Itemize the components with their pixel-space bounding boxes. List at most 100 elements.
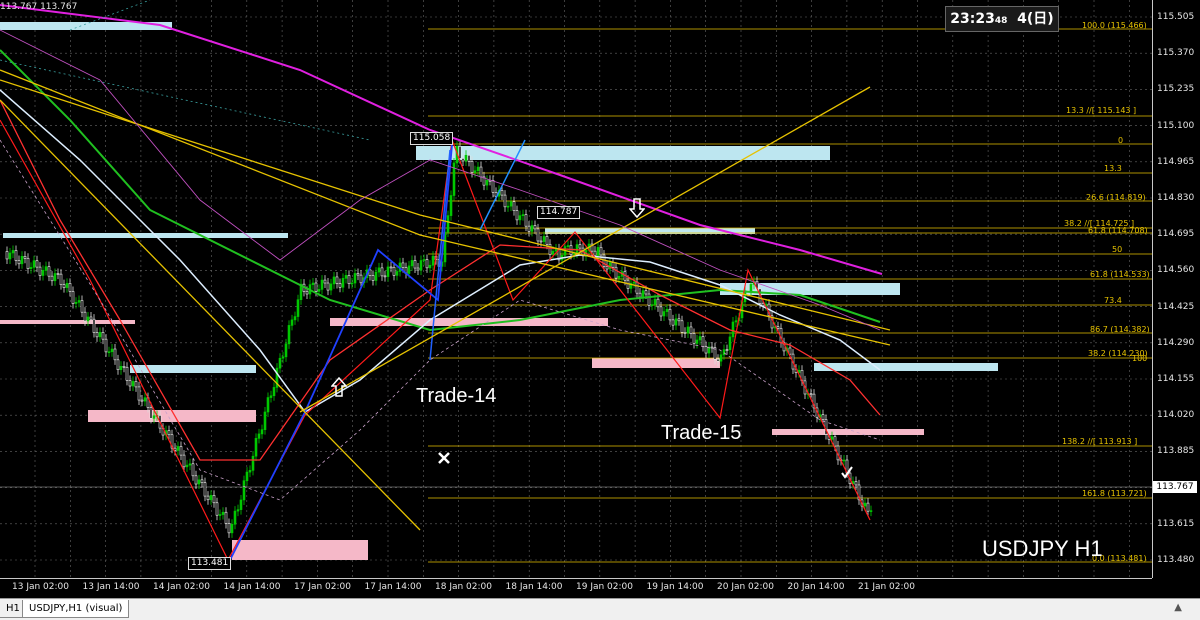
trendline-yellow-3: [0, 99, 421, 531]
candle-body: [722, 349, 726, 356]
candle-body: [689, 326, 693, 334]
candle-body: [98, 332, 102, 338]
candle-body: [83, 311, 87, 322]
candle-body: [539, 240, 543, 243]
candle-body: [245, 471, 249, 481]
candle-body: [542, 236, 546, 242]
zigzag-red: [0, 119, 871, 562]
candle-body: [221, 511, 225, 515]
candle-body: [416, 267, 420, 271]
candle-body: [47, 266, 51, 277]
candle-body: [632, 281, 636, 284]
candle-body: [134, 381, 138, 388]
candle-body: [287, 325, 291, 345]
candle-body: [530, 225, 534, 232]
candle-body: [137, 386, 141, 401]
candle-body: [731, 321, 735, 338]
candle-body: [23, 256, 27, 259]
candle-body: [422, 259, 426, 261]
candle-body: [641, 290, 645, 298]
candle-body: [38, 266, 42, 276]
candle-body: [284, 343, 288, 358]
price-tick-label: 114.560: [1157, 265, 1195, 276]
candle-body: [305, 291, 309, 295]
candle-body: [104, 338, 108, 353]
candle-body: [119, 366, 123, 371]
candle-body: [50, 275, 54, 282]
chart-area[interactable]: 113.767 113.767 23:2348 4(日) 115.058 114…: [0, 0, 1152, 578]
candle-body: [392, 266, 396, 276]
candle-body: [86, 316, 90, 322]
candle-body: [389, 266, 393, 269]
candle-body: [656, 298, 660, 308]
candle-body: [431, 255, 435, 266]
candle-body: [458, 146, 462, 159]
time-axis[interactable]: 13 Jan 02:00 13 Jan 14:00 14 Jan 02:00 14 J…: [0, 578, 1152, 599]
candle-body: [359, 274, 363, 284]
candle-body: [350, 282, 354, 285]
candle-body: [59, 273, 63, 285]
time-tick-label: 21 Jan 02:00: [858, 582, 915, 592]
candle-body: [536, 228, 540, 242]
candle-body: [854, 481, 858, 486]
dotted-diagonal: [0, 59, 371, 141]
candle-body: [380, 267, 384, 277]
candle-body: [371, 275, 375, 281]
candle-body: [821, 414, 825, 420]
chart-canvas[interactable]: [0, 0, 1152, 578]
candle-body: [14, 250, 18, 261]
candle-body: [191, 463, 195, 477]
zone-rect: [772, 429, 924, 435]
candle-body: [167, 430, 171, 436]
scroll-up-icon[interactable]: ▲: [1174, 602, 1182, 613]
candle-body: [866, 502, 870, 512]
candle-body: [110, 348, 114, 353]
candle-body: [95, 332, 99, 338]
time-tick-label: 18 Jan 14:00: [505, 582, 563, 592]
time-tick-label: 13 Jan 02:00: [12, 582, 69, 592]
fib-label: 61.8 (114.708): [1088, 226, 1148, 235]
candle-body: [128, 380, 132, 387]
candle-body: [788, 347, 792, 355]
price-tick-label: 115.235: [1157, 84, 1195, 95]
candle-body: [338, 283, 342, 288]
candle-body: [644, 290, 648, 295]
time-tick-label: 14 Jan 02:00: [153, 582, 210, 592]
candle-body: [725, 349, 729, 351]
candle-body: [62, 284, 66, 288]
zone-rect: [232, 540, 368, 560]
candle-body: [728, 336, 732, 351]
candle-body: [428, 264, 432, 269]
candle-body: [605, 266, 609, 270]
candle-body: [677, 318, 681, 322]
candle-body: [152, 415, 156, 419]
candle-body: [401, 262, 405, 268]
time-tick-label: 20 Jan 02:00: [717, 582, 774, 592]
candle-body: [71, 291, 75, 304]
fib-label: 61.8 (114.533): [1090, 270, 1150, 279]
candle-body: [500, 190, 504, 196]
price-tick-label: 114.425: [1157, 301, 1195, 312]
candle-body: [224, 511, 228, 524]
candle-body: [197, 479, 201, 485]
candle-body: [320, 279, 324, 290]
arrow-down-icon: [629, 198, 645, 218]
indicator-lines-layer: [0, 0, 891, 562]
candle-body: [74, 302, 78, 304]
candle-body: [149, 407, 153, 419]
current-price-marker: 113.767: [1153, 481, 1197, 493]
time-tick-label: 13 Jan 14:00: [82, 582, 140, 592]
candle-body: [635, 281, 639, 294]
tab-usdjpy-h1[interactable]: USDJPY,H1 (visual): [22, 600, 130, 618]
zone-rect: [814, 363, 998, 371]
candle-body: [515, 210, 519, 221]
candle-body: [41, 270, 45, 276]
candle-body: [293, 316, 297, 321]
candle-body: [668, 308, 672, 321]
fib-label: 13.3 //[ 115.143 ]: [1066, 106, 1137, 115]
candle-body: [476, 166, 480, 172]
trade-15-label: Trade-15: [661, 422, 742, 444]
zone-rect: [416, 146, 830, 160]
chart-tab-bar: H1 USDJPY,H1 (visual) ▲: [0, 598, 1200, 620]
top-left-price-text: 113.767 113.767: [0, 2, 78, 12]
